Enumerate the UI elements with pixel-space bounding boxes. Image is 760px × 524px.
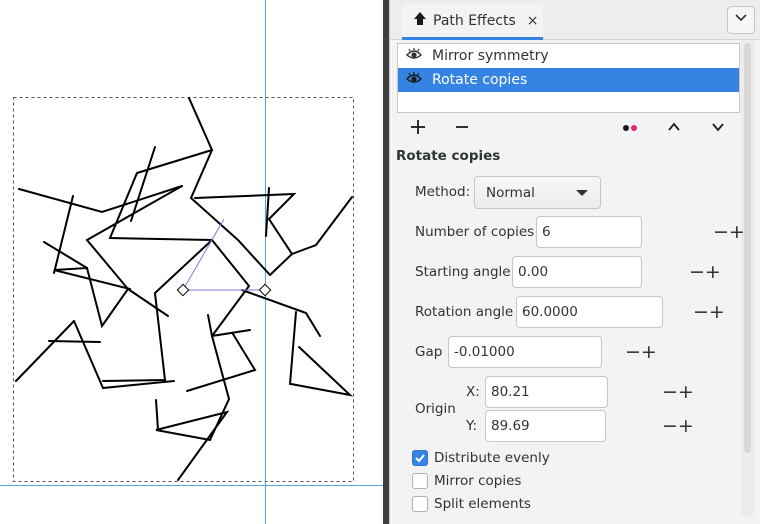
origin-x-input[interactable] (486, 377, 662, 407)
split-elements-checkbox[interactable] (412, 496, 428, 512)
move-up-button[interactable] (663, 118, 685, 140)
tab-menu-button[interactable] (727, 6, 755, 34)
copies-label: Number of copies (415, 224, 535, 240)
decrement-button[interactable]: − (689, 257, 705, 287)
copies-spinbutton[interactable]: − + (536, 216, 745, 248)
chevron-down-icon (711, 120, 725, 138)
decrement-button[interactable]: − (662, 411, 678, 441)
origin-knot[interactable] (176, 283, 190, 297)
origin-label: Origin (415, 401, 456, 417)
list-item-label: Rotate copies (432, 72, 528, 88)
tab-close-button[interactable]: × (527, 13, 539, 29)
origin-y-label: Y: (466, 418, 478, 434)
path-effects-panel: Path Effects × Mirror symmetry Rotate co… (389, 0, 760, 524)
method-value: Normal (486, 184, 535, 201)
eye-icon[interactable] (406, 71, 422, 89)
duplicate-dots-icon (621, 122, 639, 137)
split-elements-option[interactable]: Split elements (412, 496, 531, 512)
increment-button[interactable]: + (709, 297, 725, 327)
mirror-copies-label: Mirror copies (434, 473, 522, 489)
chevron-down-icon (734, 11, 748, 29)
plus-icon (410, 119, 426, 139)
increment-button[interactable]: + (729, 217, 745, 247)
origin-y-spinbutton[interactable]: − + (485, 410, 694, 442)
tab-path-effects[interactable]: Path Effects × (402, 4, 543, 40)
effects-list-toolbar (397, 118, 740, 142)
gap-input[interactable] (449, 337, 625, 367)
origin-y-input[interactable] (486, 411, 662, 441)
list-item-label: Mirror symmetry (432, 48, 549, 64)
origin-x-spinbutton[interactable]: − + (485, 376, 694, 408)
start-angle-label: Starting angle (415, 264, 511, 280)
increment-button[interactable]: + (641, 337, 657, 367)
list-item-mirror-symmetry[interactable]: Mirror symmetry (398, 44, 739, 68)
move-down-button[interactable] (707, 118, 729, 140)
chevron-up-icon (667, 120, 681, 138)
eye-icon[interactable] (406, 47, 422, 65)
start-angle-spinbutton[interactable]: − + (512, 256, 721, 288)
panel-scrollbar-thumb[interactable] (744, 43, 751, 453)
decrement-button[interactable]: − (625, 337, 641, 367)
list-item-rotate-copies[interactable]: Rotate copies (398, 68, 739, 92)
duplicate-effect-button[interactable] (619, 118, 641, 140)
decrement-button[interactable]: − (662, 377, 678, 407)
increment-button[interactable]: + (678, 411, 694, 441)
increment-button[interactable]: + (678, 377, 694, 407)
distribute-evenly-label: Distribute evenly (434, 450, 550, 466)
remove-effect-button[interactable] (451, 118, 473, 140)
split-elements-label: Split elements (434, 496, 531, 512)
copies-input[interactable] (537, 217, 713, 247)
dock-tab-bar: Path Effects × (390, 0, 760, 40)
decrement-button[interactable]: − (693, 297, 709, 327)
rotation-angle-label: Rotation angle (415, 304, 514, 320)
method-label: Method: (415, 184, 471, 200)
distribute-evenly-option[interactable]: Distribute evenly (412, 450, 550, 466)
dropdown-arrow-icon (576, 190, 588, 196)
mirror-copies-option[interactable]: Mirror copies (412, 473, 521, 489)
gap-spinbutton[interactable]: − + (448, 336, 657, 368)
start-angle-input[interactable] (513, 257, 689, 287)
rotation-angle-spinbutton[interactable]: − + (516, 296, 725, 328)
add-effect-button[interactable] (407, 118, 429, 140)
path-effects-icon (412, 11, 428, 31)
decrement-button[interactable]: − (713, 217, 729, 247)
angle-knot[interactable] (258, 283, 272, 297)
effect-title: Rotate copies (396, 148, 501, 164)
method-dropdown[interactable]: Normal (474, 176, 601, 209)
gap-label: Gap (415, 344, 443, 360)
increment-button[interactable]: + (705, 257, 721, 287)
mirror-copies-checkbox[interactable] (412, 473, 428, 489)
distribute-evenly-checkbox[interactable] (412, 450, 428, 466)
checkmark-icon (415, 454, 425, 463)
effects-list: Mirror symmetry Rotate copies (397, 43, 740, 113)
origin-x-label: X: (466, 384, 480, 400)
rotation-angle-input[interactable] (517, 297, 693, 327)
minus-icon (454, 119, 470, 139)
canvas-drawing (0, 0, 383, 524)
tab-label: Path Effects (433, 12, 516, 29)
drawing-canvas[interactable] (0, 0, 383, 524)
